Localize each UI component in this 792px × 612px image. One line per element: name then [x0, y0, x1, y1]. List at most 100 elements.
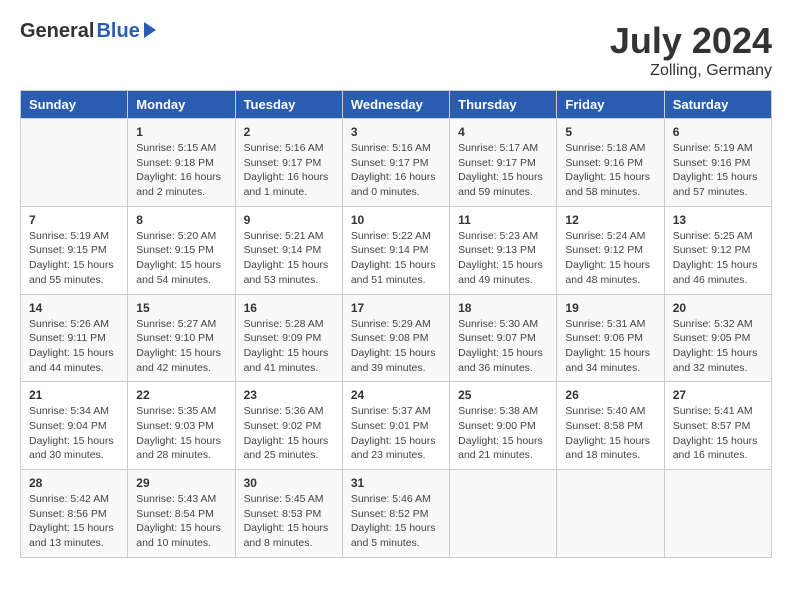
day-info: Sunrise: 5:15 AMSunset: 9:18 PMDaylight:…	[136, 141, 226, 200]
logo: General Blue	[20, 20, 156, 43]
title-section: July 2024 Zolling, Germany	[610, 20, 772, 80]
day-cell: 26 Sunrise: 5:40 AMSunset: 8:58 PMDayligh…	[557, 382, 664, 470]
day-cell: 3Sunrise: 5:16 AMSunset: 9:17 PMDaylight…	[342, 119, 449, 207]
day-info: Sunrise: 5:16 AMSunset: 9:17 PMDaylight:…	[244, 141, 334, 200]
day-cell	[664, 470, 771, 558]
week-row-2: 7Sunrise: 5:19 AMSunset: 9:15 PMDaylight…	[21, 206, 772, 294]
day-cell: 18 Sunrise: 5:30 AMSunset: 9:07 PMDayligh…	[450, 294, 557, 382]
day-cell: 14 Sunrise: 5:26 AMSunset: 9:11 PMDayligh…	[21, 294, 128, 382]
day-info: Sunrise: 5:18 AMSunset: 9:16 PMDaylight:…	[565, 141, 655, 200]
day-number: 12	[565, 213, 655, 227]
day-cell: 7Sunrise: 5:19 AMSunset: 9:15 PMDaylight…	[21, 206, 128, 294]
day-info: Sunrise: 5:17 AMSunset: 9:17 PMDaylight:…	[458, 141, 548, 200]
day-info: Sunrise: 5:21 AMSunset: 9:14 PMDaylight:…	[244, 229, 334, 288]
day-info: Sunrise: 5:31 AMSunset: 9:06 PMDaylight:…	[565, 317, 655, 376]
day-info: Sunrise: 5:28 AMSunset: 9:09 PMDaylight:…	[244, 317, 334, 376]
day-cell: 23 Sunrise: 5:36 AMSunset: 9:02 PMDayligh…	[235, 382, 342, 470]
day-number: 27	[673, 388, 763, 402]
day-number: 6	[673, 125, 763, 139]
day-number: 4	[458, 125, 548, 139]
week-row-1: 1 Sunrise: 5:15 AMSunset: 9:18 PMDaylight…	[21, 119, 772, 207]
day-number: 16	[244, 301, 334, 315]
day-cell	[557, 470, 664, 558]
day-number: 31	[351, 476, 441, 490]
column-header-monday: Monday	[128, 91, 235, 119]
week-row-4: 21Sunrise: 5:34 AMSunset: 9:04 PMDayligh…	[21, 382, 772, 470]
day-cell: 22 Sunrise: 5:35 AMSunset: 9:03 PMDayligh…	[128, 382, 235, 470]
day-number: 13	[673, 213, 763, 227]
week-row-5: 28Sunrise: 5:42 AMSunset: 8:56 PMDayligh…	[21, 470, 772, 558]
day-info: Sunrise: 5:40 AMSunset: 8:58 PMDaylight:…	[565, 404, 655, 463]
day-number: 19	[565, 301, 655, 315]
day-number: 8	[136, 213, 226, 227]
column-header-friday: Friday	[557, 91, 664, 119]
day-info: Sunrise: 5:20 AMSunset: 9:15 PMDaylight:…	[136, 229, 226, 288]
day-number: 23	[244, 388, 334, 402]
month-title: July 2024	[610, 20, 772, 62]
day-cell: 4 Sunrise: 5:17 AMSunset: 9:17 PMDaylight…	[450, 119, 557, 207]
day-info: Sunrise: 5:46 AMSunset: 8:52 PMDaylight:…	[351, 492, 441, 551]
logo-general: General	[20, 20, 94, 43]
day-cell: 17 Sunrise: 5:29 AMSunset: 9:08 PMDayligh…	[342, 294, 449, 382]
day-cell: 9Sunrise: 5:21 AMSunset: 9:14 PMDaylight…	[235, 206, 342, 294]
day-number: 17	[351, 301, 441, 315]
day-cell: 6 Sunrise: 5:19 AMSunset: 9:16 PMDaylight…	[664, 119, 771, 207]
day-cell: 11Sunrise: 5:23 AMSunset: 9:13 PMDayligh…	[450, 206, 557, 294]
day-cell	[450, 470, 557, 558]
calendar-header-row: SundayMondayTuesdayWednesdayThursdayFrid…	[21, 91, 772, 119]
day-cell: 13 Sunrise: 5:25 AMSunset: 9:12 PMDayligh…	[664, 206, 771, 294]
day-info: Sunrise: 5:16 AMSunset: 9:17 PMDaylight:…	[351, 141, 441, 200]
column-header-tuesday: Tuesday	[235, 91, 342, 119]
day-info: Sunrise: 5:35 AMSunset: 9:03 PMDaylight:…	[136, 404, 226, 463]
day-number: 29	[136, 476, 226, 490]
day-number: 25	[458, 388, 548, 402]
logo-blue: Blue	[96, 20, 139, 43]
day-number: 5	[565, 125, 655, 139]
day-cell: 21Sunrise: 5:34 AMSunset: 9:04 PMDayligh…	[21, 382, 128, 470]
logo-arrow-icon	[144, 22, 156, 38]
day-number: 21	[29, 388, 119, 402]
day-info: Sunrise: 5:32 AMSunset: 9:05 PMDaylight:…	[673, 317, 763, 376]
day-number: 10	[351, 213, 441, 227]
column-header-wednesday: Wednesday	[342, 91, 449, 119]
week-row-3: 14 Sunrise: 5:26 AMSunset: 9:11 PMDayligh…	[21, 294, 772, 382]
day-cell: 1 Sunrise: 5:15 AMSunset: 9:18 PMDaylight…	[128, 119, 235, 207]
day-info: Sunrise: 5:26 AMSunset: 9:11 PMDaylight:…	[29, 317, 119, 376]
day-cell: 31 Sunrise: 5:46 AMSunset: 8:52 PMDayligh…	[342, 470, 449, 558]
day-number: 7	[29, 213, 119, 227]
day-info: Sunrise: 5:36 AMSunset: 9:02 PMDaylight:…	[244, 404, 334, 463]
page-header: General Blue July 2024 Zolling, Germany	[20, 20, 772, 80]
day-number: 2	[244, 125, 334, 139]
day-cell: 29 Sunrise: 5:43 AMSunset: 8:54 PMDayligh…	[128, 470, 235, 558]
day-number: 28	[29, 476, 119, 490]
day-cell: 28Sunrise: 5:42 AMSunset: 8:56 PMDayligh…	[21, 470, 128, 558]
day-info: Sunrise: 5:45 AMSunset: 8:53 PMDaylight:…	[244, 492, 334, 551]
location: Zolling, Germany	[610, 62, 772, 80]
day-info: Sunrise: 5:22 AMSunset: 9:14 PMDaylight:…	[351, 229, 441, 288]
day-cell: 5 Sunrise: 5:18 AMSunset: 9:16 PMDaylight…	[557, 119, 664, 207]
day-cell: 19 Sunrise: 5:31 AMSunset: 9:06 PMDayligh…	[557, 294, 664, 382]
day-info: Sunrise: 5:43 AMSunset: 8:54 PMDaylight:…	[136, 492, 226, 551]
day-info: Sunrise: 5:30 AMSunset: 9:07 PMDaylight:…	[458, 317, 548, 376]
day-number: 26	[565, 388, 655, 402]
column-header-sunday: Sunday	[21, 91, 128, 119]
day-number: 24	[351, 388, 441, 402]
day-cell: 8 Sunrise: 5:20 AMSunset: 9:15 PMDaylight…	[128, 206, 235, 294]
day-number: 18	[458, 301, 548, 315]
column-header-thursday: Thursday	[450, 91, 557, 119]
calendar-table: SundayMondayTuesdayWednesdayThursdayFrid…	[20, 90, 772, 558]
day-number: 11	[458, 213, 548, 227]
day-info: Sunrise: 5:25 AMSunset: 9:12 PMDaylight:…	[673, 229, 763, 288]
day-info: Sunrise: 5:29 AMSunset: 9:08 PMDaylight:…	[351, 317, 441, 376]
day-info: Sunrise: 5:19 AMSunset: 9:16 PMDaylight:…	[673, 141, 763, 200]
day-number: 15	[136, 301, 226, 315]
day-info: Sunrise: 5:27 AMSunset: 9:10 PMDaylight:…	[136, 317, 226, 376]
day-cell	[21, 119, 128, 207]
day-info: Sunrise: 5:24 AMSunset: 9:12 PMDaylight:…	[565, 229, 655, 288]
day-info: Sunrise: 5:37 AMSunset: 9:01 PMDaylight:…	[351, 404, 441, 463]
day-number: 14	[29, 301, 119, 315]
day-number: 1	[136, 125, 226, 139]
day-number: 22	[136, 388, 226, 402]
column-header-saturday: Saturday	[664, 91, 771, 119]
day-cell: 12 Sunrise: 5:24 AMSunset: 9:12 PMDayligh…	[557, 206, 664, 294]
